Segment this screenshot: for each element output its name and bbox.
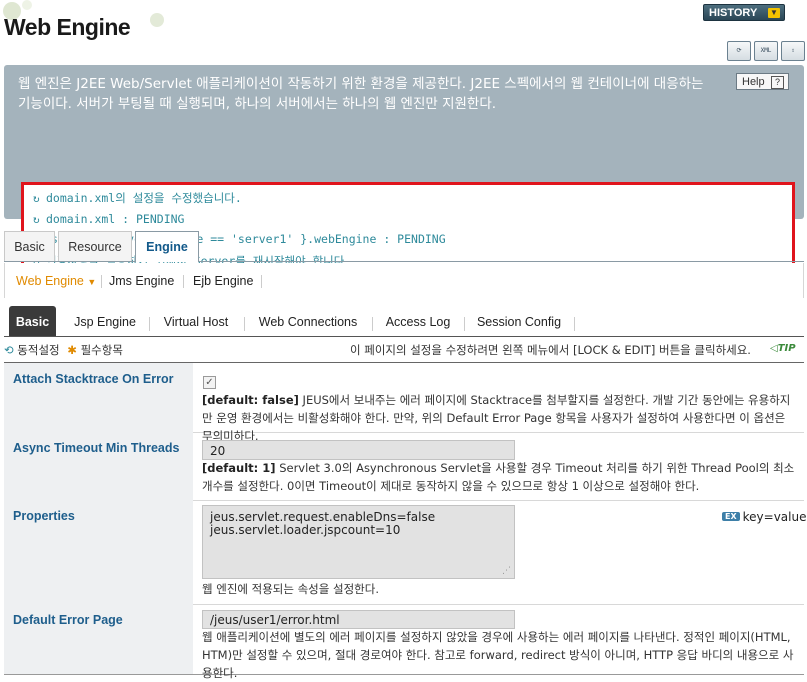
properties-textarea[interactable]: jeus.servlet.request.enableDns=false jeu…	[202, 505, 515, 579]
dynamic-setting-icon: ⟲	[4, 343, 14, 357]
info-panel: 웹 엔진은 J2EE Web/Servlet 애플리케이션이 작동하기 위한 환…	[4, 65, 804, 275]
legend-dynamic: 동적설정	[17, 343, 60, 357]
setting-row-properties: Properties jeus.servlet.request.enableDn…	[4, 500, 804, 605]
field-description: 웹 애플리케이션에 별도의 에러 페이지를 설정하지 않았을 경우에 사용하는 …	[202, 630, 794, 680]
message-line: ↻ domain.xml : PENDING	[33, 212, 185, 226]
field-label: Attach Stacktrace On Error	[4, 363, 193, 432]
refresh-icon: ↻	[33, 213, 40, 226]
tab-jsp-engine[interactable]: Jsp Engine	[66, 306, 144, 336]
example-badge-icon: EX	[722, 512, 740, 521]
top-tabs: Basic Resource Engine	[4, 231, 804, 262]
field-label: Properties	[4, 500, 193, 604]
tab-session-config[interactable]: Session Config	[469, 306, 569, 336]
field-description: [default: 1] Servlet 3.0의 Asynchronous S…	[202, 461, 795, 493]
async-timeout-input[interactable]: 20	[202, 440, 515, 460]
attach-stacktrace-checkbox[interactable]: ✓	[203, 376, 216, 389]
setting-row-attach-stacktrace: Attach Stacktrace On Error ✓ [default: f…	[4, 363, 804, 443]
resize-handle-icon[interactable]: ⋰	[502, 565, 511, 578]
history-button[interactable]: HISTORY ▼	[703, 4, 785, 21]
field-label: Default Error Page	[4, 604, 193, 674]
legend: ⟲ 동적설정 ✱ 필수항목	[4, 342, 123, 358]
content-tabs: Basic Jsp Engine Virtual Host Web Connec…	[4, 306, 804, 337]
example-hint: EX key=value	[722, 510, 806, 524]
help-button[interactable]: Help ?	[736, 73, 789, 90]
tab-web-connections[interactable]: Web Connections	[249, 306, 367, 336]
engine-subnav: Web Engine ▼ Jms Engine Ejb Engine	[4, 263, 804, 298]
tab-basic[interactable]: Basic	[4, 231, 55, 261]
field-label: Async Timeout Min Threads	[4, 432, 193, 500]
settings-table: Attach Stacktrace On Error ✓ [default: f…	[4, 362, 806, 680]
question-icon: ?	[771, 76, 784, 89]
export-icon[interactable]: ⇪	[781, 41, 805, 61]
engine-description: 웹 엔진은 J2EE Web/Servlet 애플리케이션이 작동하기 위한 환…	[18, 76, 704, 112]
lock-edit-notice: 이 페이지의 설정을 수정하려면 왼쪽 메뉴에서 [LOCK & EDIT] 버…	[350, 343, 751, 357]
default-error-page-input[interactable]: /jeus/user1/error.html	[202, 610, 515, 629]
required-item-icon: ✱	[67, 343, 77, 357]
page-title: Web Engine	[4, 14, 131, 40]
dropdown-arrow-icon: ▼	[87, 277, 97, 287]
tab-engine[interactable]: Engine	[135, 231, 199, 262]
tab-access-log[interactable]: Access Log	[377, 306, 459, 336]
tip-icon[interactable]: ◁TIP	[770, 343, 796, 354]
refresh-icon[interactable]: ⟳	[727, 41, 751, 61]
history-label: HISTORY	[709, 7, 758, 19]
setting-row-default-error-page: Default Error Page /jeus/user1/error.htm…	[4, 604, 804, 680]
subnav-web-engine[interactable]: Web Engine ▼	[16, 274, 96, 288]
tab-resource[interactable]: Resource	[58, 231, 132, 261]
message-line: ↻ domain.xml의 설정을 수정했습니다.	[33, 191, 242, 205]
help-label: Help	[742, 76, 765, 88]
subnav-ejb-engine[interactable]: Ejb Engine	[193, 274, 253, 288]
xml-icon[interactable]: XML	[754, 41, 778, 61]
field-description: 웹 엔진에 적용되는 속성을 설정한다.	[202, 582, 379, 596]
tab-virtual-host[interactable]: Virtual Host	[154, 306, 238, 336]
chevron-down-icon: ▼	[768, 8, 780, 18]
legend-required: 필수항목	[80, 343, 123, 357]
tab-basic-config[interactable]: Basic	[9, 306, 56, 336]
subnav-jms-engine[interactable]: Jms Engine	[109, 274, 174, 288]
refresh-icon: ↻	[33, 192, 40, 205]
setting-row-async-timeout: Async Timeout Min Threads 20 [default: 1…	[4, 432, 804, 501]
